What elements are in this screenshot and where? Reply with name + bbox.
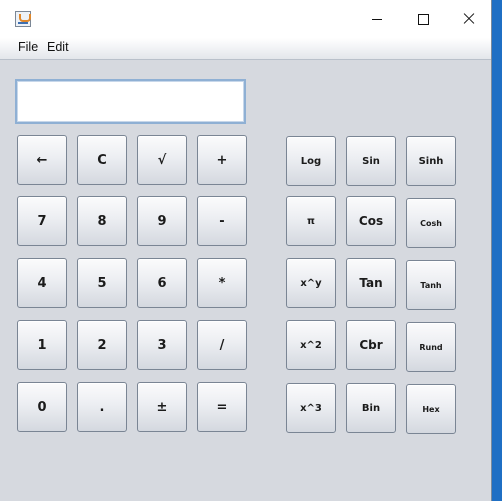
multiply-button[interactable]: * (197, 258, 247, 308)
minus-button[interactable]: - (197, 196, 247, 246)
cube-root-button[interactable]: Cbr (346, 320, 396, 370)
digit-7-button[interactable]: 7 (17, 196, 67, 246)
menu-edit[interactable]: Edit (47, 40, 69, 54)
plus-button[interactable]: + (197, 135, 247, 185)
digit-5-button[interactable]: 5 (77, 258, 127, 308)
sin-button[interactable]: Sin (346, 136, 396, 186)
tanh-button[interactable]: Tanh (406, 260, 456, 310)
maximize-button[interactable] (400, 0, 446, 38)
digit-4-button[interactable]: 4 (17, 258, 67, 308)
minimize-icon (372, 18, 382, 20)
cos-button[interactable]: Cos (346, 196, 396, 246)
menu-file[interactable]: File (18, 40, 38, 54)
java-app-icon (15, 11, 31, 27)
display-field[interactable] (15, 79, 246, 124)
close-icon (463, 13, 475, 25)
calculator-window: File Edit ← C √ + 7 8 9 - 4 5 6 * 1 2 3 … (0, 0, 492, 501)
cube-button[interactable]: x^3 (286, 383, 336, 433)
digit-2-button[interactable]: 2 (77, 320, 127, 370)
pi-button[interactable]: π (286, 196, 336, 246)
minimize-button[interactable] (354, 0, 400, 38)
decimal-point-button[interactable]: . (77, 382, 127, 432)
digit-6-button[interactable]: 6 (137, 258, 187, 308)
round-button[interactable]: Rund (406, 322, 456, 372)
clear-button[interactable]: C (77, 135, 127, 185)
backspace-button[interactable]: ← (17, 135, 67, 185)
plus-minus-button[interactable]: ± (137, 382, 187, 432)
binary-button[interactable]: Bin (346, 383, 396, 433)
log-button[interactable]: Log (286, 136, 336, 186)
hex-button[interactable]: Hex (406, 384, 456, 434)
sinh-button[interactable]: Sinh (406, 136, 456, 186)
close-button[interactable] (446, 0, 492, 38)
equals-button[interactable]: = (197, 382, 247, 432)
digit-8-button[interactable]: 8 (77, 196, 127, 246)
divide-button[interactable]: / (197, 320, 247, 370)
digit-1-button[interactable]: 1 (17, 320, 67, 370)
sqrt-button[interactable]: √ (137, 135, 187, 185)
title-bar (0, 0, 491, 38)
digit-9-button[interactable]: 9 (137, 196, 187, 246)
square-button[interactable]: x^2 (286, 320, 336, 370)
maximize-icon (417, 13, 429, 25)
tan-button[interactable]: Tan (346, 258, 396, 308)
digit-3-button[interactable]: 3 (137, 320, 187, 370)
power-button[interactable]: x^y (286, 258, 336, 308)
digit-0-button[interactable]: 0 (17, 382, 67, 432)
menu-bar: File Edit (0, 38, 491, 60)
cosh-button[interactable]: Cosh (406, 198, 456, 248)
